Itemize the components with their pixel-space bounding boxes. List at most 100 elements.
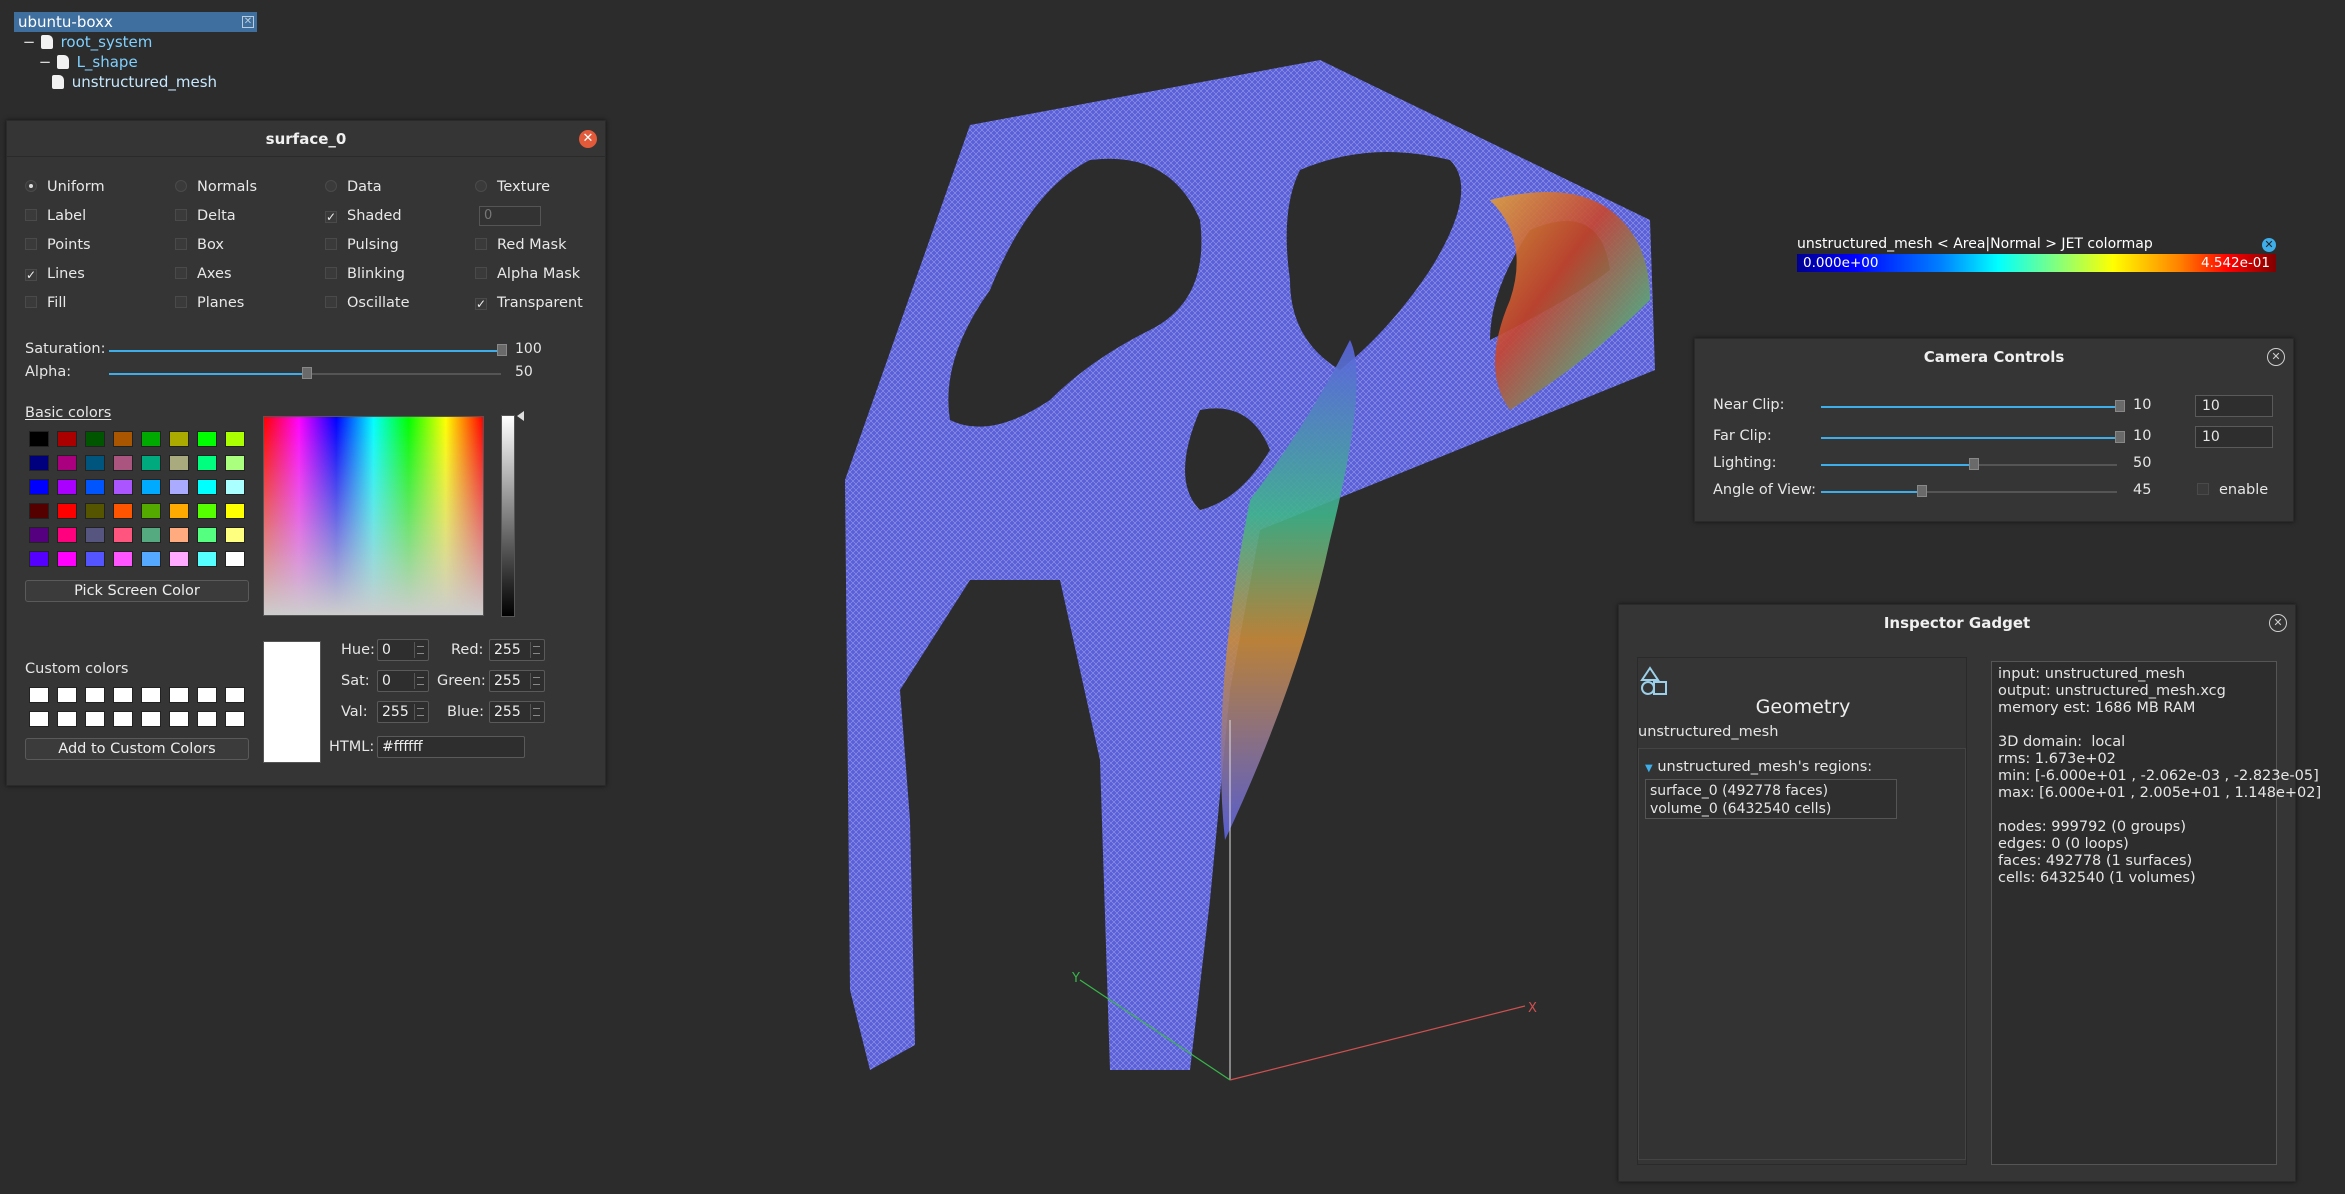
spin-arrows-icon[interactable] (530, 704, 542, 720)
checkbox-icon[interactable] (325, 296, 337, 308)
enable-checkbox[interactable]: enable (2197, 482, 2268, 498)
tree-root[interactable]: ubuntu-boxx ✕ (14, 12, 257, 32)
checkbox-icon[interactable] (25, 209, 37, 221)
color-swatch[interactable] (197, 551, 217, 567)
custom-color-swatch[interactable] (169, 711, 189, 727)
color-swatch[interactable] (29, 503, 49, 519)
green-spinbox[interactable]: 255 (489, 670, 545, 692)
viewport-3d[interactable]: X Y (610, 40, 1680, 1190)
color-swatch[interactable] (85, 479, 105, 495)
option-fill[interactable]: Fill (25, 295, 66, 311)
spin-arrows-icon[interactable] (530, 673, 542, 689)
color-swatch[interactable] (85, 503, 105, 519)
spin-arrows-icon[interactable] (414, 673, 426, 689)
color-swatch[interactable] (197, 431, 217, 447)
option-normals[interactable]: Normals (175, 179, 257, 195)
custom-color-swatch[interactable] (85, 687, 105, 703)
custom-color-swatch[interactable] (29, 687, 49, 703)
color-swatch[interactable] (57, 551, 77, 567)
option-box[interactable]: Box (175, 237, 224, 253)
color-swatch[interactable] (29, 479, 49, 495)
color-swatch[interactable] (169, 479, 189, 495)
checkbox-icon[interactable]: ✓ (25, 269, 37, 281)
spin-arrows-icon[interactable] (530, 642, 542, 658)
color-swatch[interactable] (225, 551, 245, 567)
color-swatch[interactable] (225, 455, 245, 471)
tree-item-unstructured-mesh[interactable]: unstructured_mesh (14, 72, 257, 92)
texture-input[interactable]: 0 (479, 206, 541, 226)
saturation-slider[interactable] (109, 350, 501, 352)
near-clip-input[interactable]: 10 (2195, 395, 2273, 417)
checkbox-icon[interactable] (25, 296, 37, 308)
option-texture[interactable]: Texture (475, 179, 550, 195)
checkbox-icon[interactable] (175, 296, 187, 308)
far-clip-handle[interactable] (2115, 431, 2125, 443)
color-swatch[interactable] (85, 431, 105, 447)
custom-color-swatch[interactable] (169, 687, 189, 703)
checkbox-icon[interactable]: ✓ (325, 211, 337, 223)
custom-color-swatch[interactable] (225, 687, 245, 703)
close-icon[interactable]: ✕ (2269, 614, 2287, 632)
expand-arrow-icon[interactable]: ▼ (1645, 763, 1653, 774)
color-swatch[interactable] (169, 431, 189, 447)
color-swatch[interactable] (29, 551, 49, 567)
custom-color-swatch[interactable] (113, 687, 133, 703)
color-swatch[interactable] (197, 455, 217, 471)
option-transparent[interactable]: ✓ Transparent (475, 295, 583, 311)
color-swatch[interactable] (113, 455, 133, 471)
alpha-slider[interactable] (109, 373, 305, 375)
option-points[interactable]: Points (25, 237, 91, 253)
option-uniform[interactable]: Uniform (25, 179, 105, 195)
tree-item-root-system[interactable]: − root_system (14, 32, 257, 52)
color-swatch[interactable] (57, 455, 77, 471)
custom-color-swatch[interactable] (141, 711, 161, 727)
luminance-bar[interactable] (501, 415, 515, 617)
custom-color-swatch[interactable] (141, 687, 161, 703)
option-shaded[interactable]: ✓ Shaded (325, 208, 402, 224)
checkbox-icon[interactable] (2197, 483, 2209, 495)
color-swatch[interactable] (169, 455, 189, 471)
color-swatch[interactable] (225, 479, 245, 495)
angle-of-view-handle[interactable] (1917, 485, 1927, 497)
close-icon[interactable]: ✕ (2267, 348, 2285, 366)
luminance-arrow-icon[interactable] (517, 411, 524, 421)
add-custom-colors-button[interactable]: Add to Custom Colors (25, 738, 249, 760)
color-swatch[interactable] (141, 527, 161, 543)
color-swatch[interactable] (29, 527, 49, 543)
custom-color-swatch[interactable] (85, 711, 105, 727)
color-swatch[interactable] (113, 431, 133, 447)
lighting-slider[interactable] (1821, 464, 1971, 466)
color-swatch[interactable] (225, 527, 245, 543)
color-swatch[interactable] (85, 455, 105, 471)
near-clip-slider[interactable] (1821, 406, 2117, 408)
lighting-handle[interactable] (1969, 458, 1979, 470)
custom-color-swatch[interactable] (197, 711, 217, 727)
custom-color-swatch[interactable] (57, 711, 77, 727)
option-alpha-mask[interactable]: Alpha Mask (475, 266, 580, 282)
tree-item-l-shape[interactable]: − L_shape (14, 52, 257, 72)
option-label[interactable]: Label (25, 208, 86, 224)
option-lines[interactable]: ✓ Lines (25, 266, 85, 282)
custom-color-swatch[interactable] (57, 687, 77, 703)
color-swatch[interactable] (29, 455, 49, 471)
color-swatch[interactable] (141, 479, 161, 495)
color-swatch[interactable] (113, 551, 133, 567)
radio-icon[interactable] (475, 180, 487, 192)
radio-icon[interactable] (175, 180, 187, 192)
val-spinbox[interactable]: 255 (377, 701, 429, 723)
color-swatch[interactable] (141, 455, 161, 471)
checkbox-icon[interactable] (475, 267, 487, 279)
color-swatch[interactable] (141, 503, 161, 519)
blue-spinbox[interactable]: 255 (489, 701, 545, 723)
close-icon[interactable]: ✕ (579, 130, 597, 148)
close-icon[interactable]: ✕ (242, 16, 254, 28)
option-blinking[interactable]: Blinking (325, 266, 405, 282)
html-color-input[interactable]: #ffffff (377, 736, 525, 758)
custom-color-swatch[interactable] (29, 711, 49, 727)
option-red-mask[interactable]: Red Mask (475, 237, 567, 253)
regions-header[interactable]: ▼ unstructured_mesh's regions: (1645, 759, 1872, 775)
checkbox-icon[interactable] (25, 238, 37, 250)
saturation-handle[interactable] (497, 344, 507, 356)
color-swatch[interactable] (85, 551, 105, 567)
option-axes[interactable]: Axes (175, 266, 232, 282)
